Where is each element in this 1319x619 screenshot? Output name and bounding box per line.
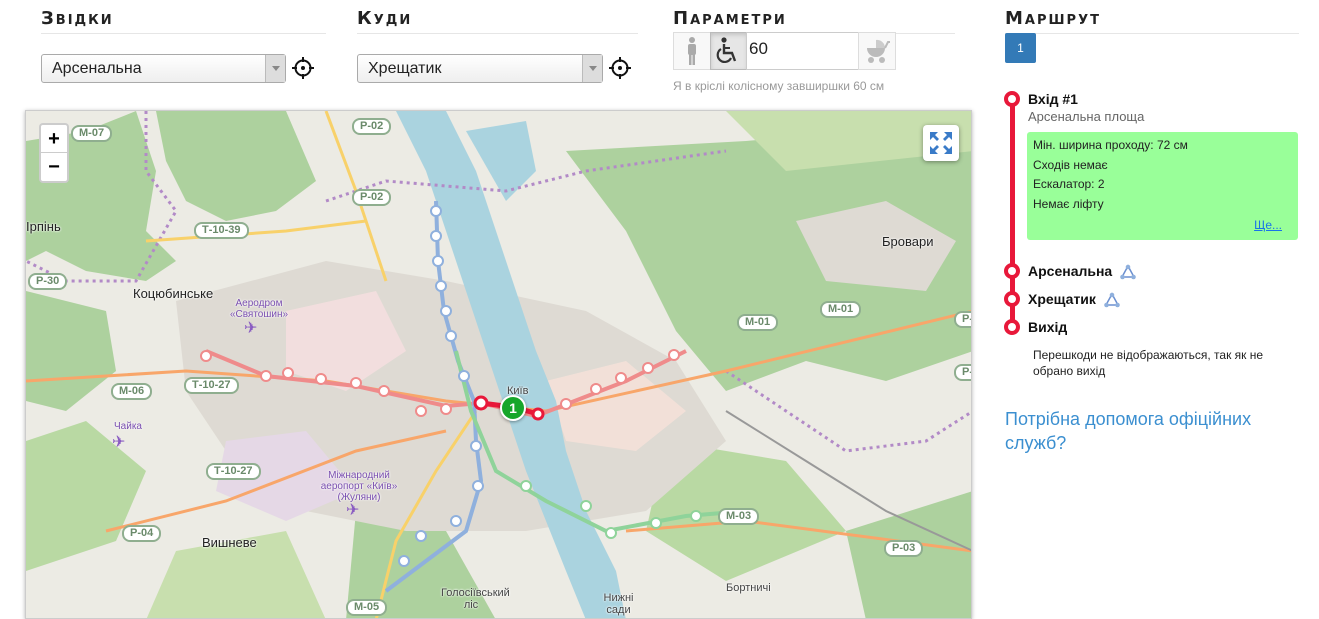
person-icon xyxy=(688,37,696,65)
station-stop-icon xyxy=(1004,263,1020,279)
road-label: М-01 xyxy=(820,301,862,318)
place-label: Голосіївський ліс xyxy=(441,587,510,611)
place-label: Нижні сади xyxy=(603,592,634,616)
info-line: Немає ліфту xyxy=(1033,196,1104,211)
exit-label: Вихід xyxy=(1028,319,1068,335)
from-select-value: Арсенальна xyxy=(52,60,142,77)
fullscreen-button[interactable] xyxy=(923,125,959,161)
place-label: Аеродром «Святошин» xyxy=(229,298,289,320)
obstacles-note: Перешкоди не відображаються, так як не о… xyxy=(1033,348,1264,378)
road-label: М-01 xyxy=(737,314,779,331)
station-label: Хрещатик xyxy=(1028,291,1120,308)
road-label: Р-03 xyxy=(884,540,924,557)
road-label: М-07 xyxy=(71,125,113,142)
station-name: Арсенальна xyxy=(1028,263,1113,279)
road-label: Р-4 xyxy=(954,364,971,381)
help-link[interactable]: Потрібна допомога офіційних служб? xyxy=(1005,407,1305,455)
road-label: М-05 xyxy=(346,599,388,616)
zoom-out-button[interactable]: − xyxy=(41,153,67,181)
to-select-value: Хрещатик xyxy=(368,60,442,77)
road-label: Р-30 xyxy=(28,273,68,290)
to-title: Куди xyxy=(357,8,638,34)
road-label: Р-04 xyxy=(122,525,162,542)
map[interactable]: ✈ ✈ ✈ М-07 Р-02 Р-02 Т-10-39 Р-30 М-01 М… xyxy=(25,110,972,619)
route-page-button[interactable]: 1 xyxy=(1005,33,1036,63)
place-label: Міжнародний аеропорт «Київ» (Жуляни) xyxy=(320,470,398,503)
place-label: Коцюбинське xyxy=(133,286,214,301)
entrance-info-box: Мін. ширина проходу: 72 см Сходів немає … xyxy=(1027,132,1298,240)
route-title: Маршрут xyxy=(1005,8,1299,34)
transfer-icon xyxy=(1104,292,1120,308)
params-title: Параметри xyxy=(673,8,955,34)
station-stop-icon xyxy=(1004,291,1020,307)
stroller-icon xyxy=(867,39,890,63)
road-label: Т-10-39 xyxy=(194,222,249,239)
wheelchair-icon xyxy=(716,37,737,63)
zoom-control: + − xyxy=(39,123,69,183)
road-label: Р-02 xyxy=(352,118,392,135)
info-line: Ескалатор: 2 xyxy=(1033,177,1105,191)
from-title: Звідки xyxy=(41,8,326,34)
more-link[interactable]: Ще... xyxy=(1254,216,1282,236)
road-label: Т-10-27 xyxy=(184,377,239,394)
road-label: Р-02 xyxy=(352,189,392,206)
locate-icon[interactable] xyxy=(608,56,632,80)
exit-stop-icon xyxy=(1004,319,1020,335)
place-label: Вишневе xyxy=(202,535,257,550)
transfer-icon xyxy=(1120,264,1136,280)
entrance-sub: Арсенальна площа xyxy=(1028,109,1145,124)
chevron-down-icon xyxy=(582,55,602,82)
place-label: Бровари xyxy=(882,234,934,249)
road-label: Т-10-27 xyxy=(206,463,261,480)
width-hint: Я в кріслі колісному завширшки 60 см xyxy=(673,79,885,93)
place-label: Ірпінь xyxy=(26,219,61,234)
info-line: Мін. ширина проходу: 72 см xyxy=(1033,138,1188,152)
station-name: Хрещатик xyxy=(1028,291,1096,307)
road-label: М-06 xyxy=(111,383,153,400)
width-input[interactable]: 60 xyxy=(746,32,859,70)
road-label: М-03 xyxy=(718,508,760,525)
station-label: Арсенальна xyxy=(1028,263,1136,280)
route-marker-label: 1 xyxy=(509,400,517,416)
locate-icon[interactable] xyxy=(291,56,315,80)
wheelchair-button[interactable] xyxy=(710,32,748,70)
zoom-in-button[interactable]: + xyxy=(41,125,67,153)
fullscreen-icon xyxy=(930,132,952,154)
pedestrian-button[interactable] xyxy=(673,32,711,70)
route-marker[interactable]: 1 xyxy=(500,395,526,421)
chevron-down-icon xyxy=(265,55,285,82)
entrance-label: Вхід #1 xyxy=(1028,91,1078,107)
to-select[interactable]: Хрещатик xyxy=(357,54,603,83)
road-label: Р-0 xyxy=(954,311,971,328)
place-label: Чайка xyxy=(114,421,142,432)
entrance-stop-icon xyxy=(1004,91,1020,107)
place-label: Бортничі xyxy=(726,582,771,594)
from-select[interactable]: Арсенальна xyxy=(41,54,286,83)
info-line: Сходів немає xyxy=(1033,157,1108,172)
stroller-button[interactable] xyxy=(858,32,896,70)
